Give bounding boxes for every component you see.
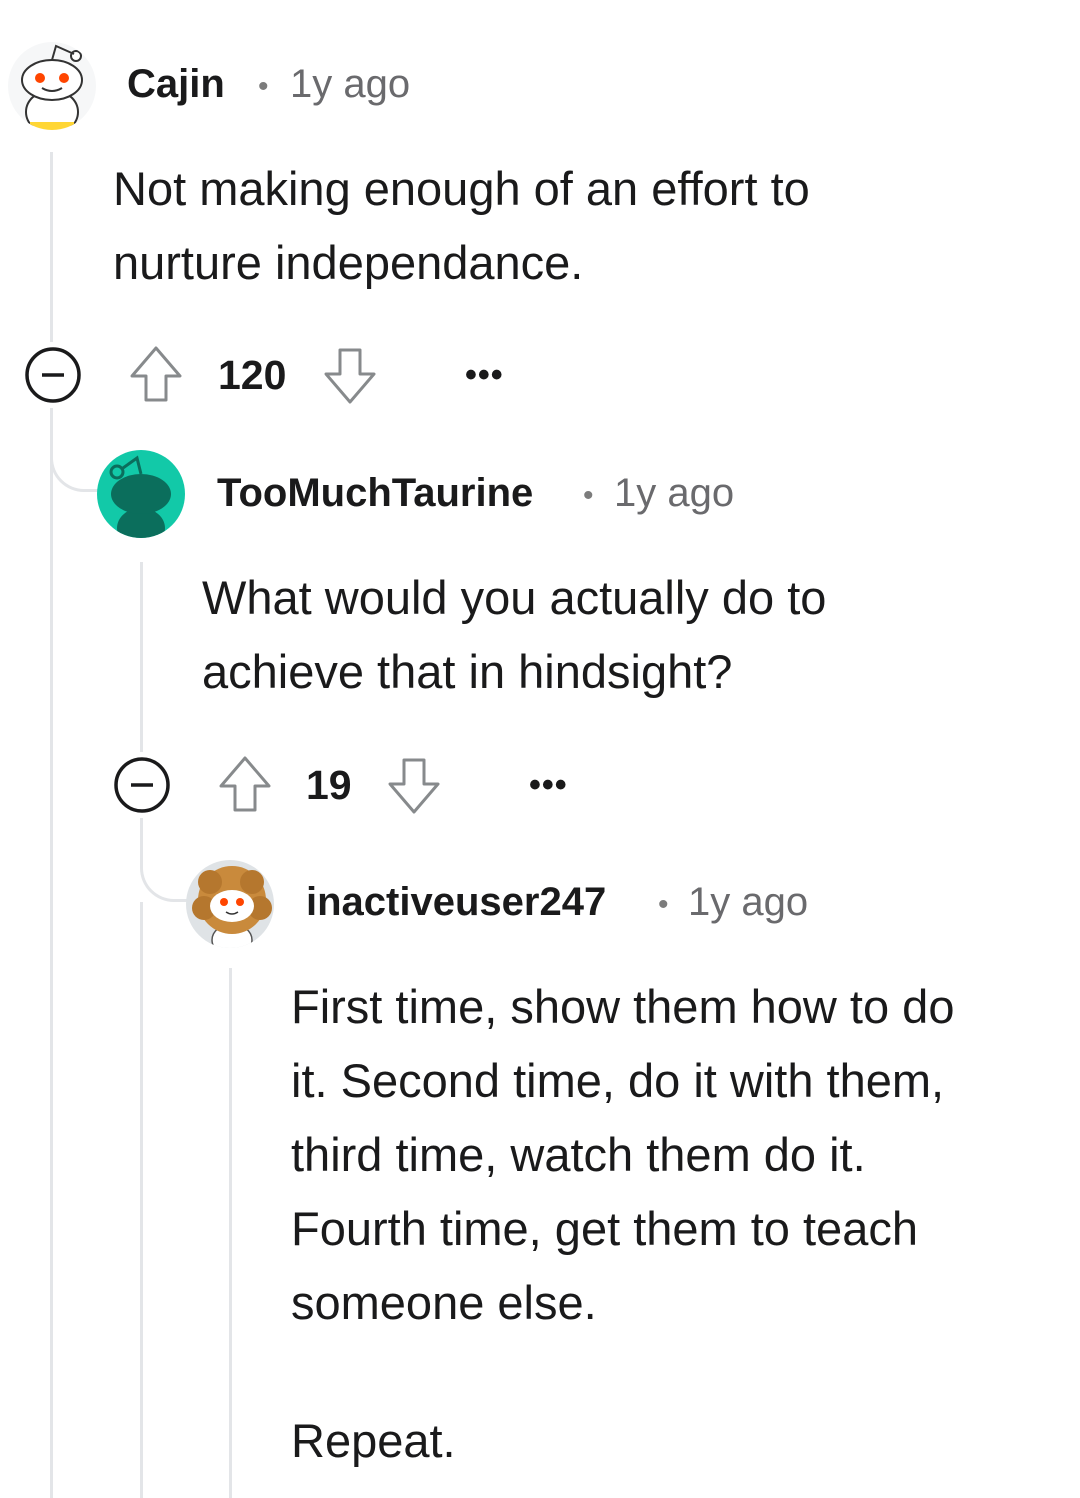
username[interactable]: TooMuchTaurine [217, 471, 533, 516]
vote-count: 120 [218, 352, 287, 398]
comment-line: What would you actually do to [202, 571, 827, 624]
timestamp[interactable]: 1y ago [614, 471, 734, 516]
avatar[interactable] [8, 42, 96, 130]
thread-line-level-3 [229, 968, 232, 1498]
upvote-arrow-icon[interactable] [128, 344, 184, 409]
comment-line-blank [291, 1340, 954, 1404]
thread-elbow-level-3 [140, 818, 188, 902]
thread-line-level-2 [140, 562, 143, 752]
comment-line: achieve that in hindsight? [202, 645, 733, 698]
separator-dot: • [258, 70, 269, 103]
comment-body: Not making enough of an effort to nurtur… [113, 152, 810, 300]
vote-count: 19 [306, 762, 352, 808]
comment-line: Repeat. [291, 1414, 456, 1467]
upvote-arrow-icon[interactable] [217, 754, 273, 819]
comment-line: someone else. [291, 1276, 597, 1329]
comment-line: third time, watch them do it. [291, 1128, 866, 1181]
collapse-minus-icon[interactable] [24, 346, 82, 409]
separator-dot: • [658, 888, 669, 921]
comment-line: nurture independance. [113, 236, 584, 289]
username[interactable]: Cajin [127, 62, 225, 107]
timestamp[interactable]: 1y ago [688, 880, 808, 925]
collapse-minus-icon[interactable] [113, 756, 171, 819]
comment-line: Fourth time, get them to teach [291, 1202, 918, 1255]
thread-elbow-level-2 [50, 408, 98, 492]
downvote-arrow-icon[interactable] [386, 756, 442, 821]
username[interactable]: inactiveuser247 [306, 880, 606, 925]
thread-line-level-1-lower [50, 408, 53, 1498]
comment-body: First time, show them how to do it. Seco… [291, 970, 954, 1478]
comment-line: it. Second time, do it with them, [291, 1054, 945, 1107]
timestamp[interactable]: 1y ago [290, 62, 410, 107]
more-options-icon[interactable]: ••• [529, 766, 568, 805]
separator-dot: • [583, 479, 594, 512]
downvote-arrow-icon[interactable] [322, 346, 378, 411]
comment-body: What would you actually do to achieve th… [202, 561, 826, 709]
thread-line-level-2-lower [140, 902, 143, 1498]
avatar[interactable] [97, 450, 185, 538]
comment-line: Not making enough of an effort to [113, 162, 810, 215]
more-options-icon[interactable]: ••• [465, 356, 504, 395]
avatar[interactable] [186, 860, 274, 948]
thread-line-level-1 [50, 152, 53, 342]
comment-line: First time, show them how to do [291, 980, 955, 1033]
